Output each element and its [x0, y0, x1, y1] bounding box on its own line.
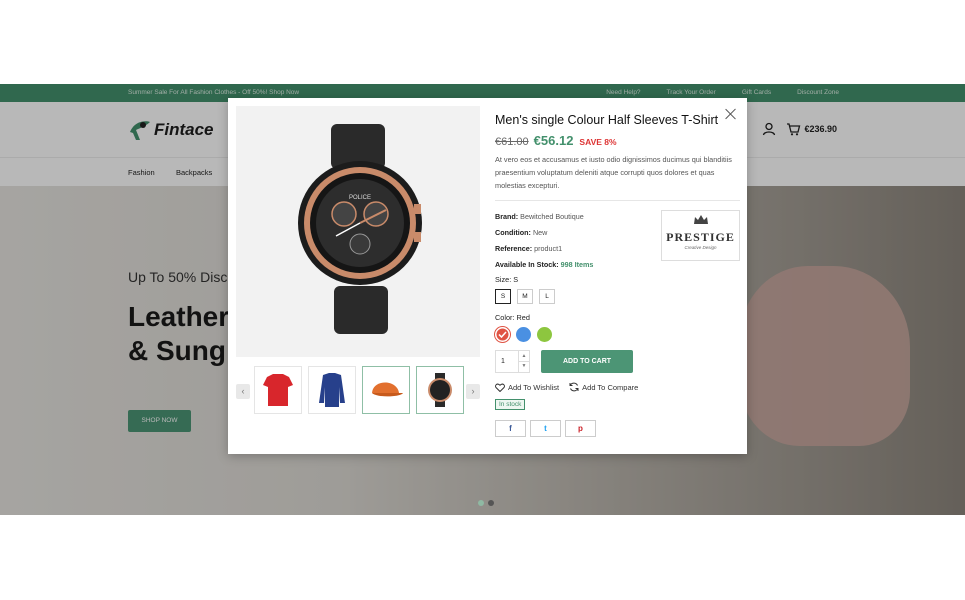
pinterest-share-icon[interactable]: p: [565, 420, 596, 437]
size-option-s[interactable]: S: [495, 289, 511, 304]
add-to-cart-button[interactable]: ADD TO CART: [541, 350, 633, 373]
brand-row: Brand: Bewitched Boutique: [495, 212, 584, 221]
reference-row: Reference: product1: [495, 244, 562, 253]
brand-logo-sub: Creative Design: [684, 245, 717, 250]
brand-logo[interactable]: PRESTIGE Creative Design: [661, 210, 740, 261]
availability-label: Available In Stock:: [495, 260, 559, 269]
product-description: At vero eos et accusamus et iusto odio d…: [495, 155, 732, 191]
condition-value: New: [532, 228, 548, 237]
color-label: Color: Red: [495, 313, 530, 322]
watch-brand-text: POLICE: [349, 195, 371, 201]
thumbnail-orange-cap[interactable]: [362, 366, 410, 414]
add-to-compare-link[interactable]: Add To Compare: [569, 382, 638, 392]
size-options: S M L: [495, 289, 555, 304]
new-price: €56.12: [533, 133, 574, 148]
brand-label: Brand:: [495, 212, 519, 221]
product-actions: Add To Wishlist Add To Compare: [495, 382, 638, 392]
quantity-down-icon[interactable]: ▼: [518, 361, 529, 372]
thumb-next-icon[interactable]: ›: [466, 384, 480, 399]
availability-row: Available In Stock: 998 Items: [495, 260, 593, 269]
old-price: €61.00: [495, 136, 529, 148]
save-badge: SAVE 8%: [579, 137, 617, 147]
thumbnail-blue-shirt[interactable]: [308, 366, 356, 414]
availability-value: 998 Items: [560, 260, 594, 269]
checkmark-icon: [498, 331, 507, 339]
size-option-m[interactable]: M: [517, 289, 533, 304]
thumbnail-watch[interactable]: [416, 366, 464, 414]
product-title: Men's single Colour Half Sleeves T-Shirt: [495, 113, 719, 127]
heart-icon: [495, 383, 505, 392]
brand-value[interactable]: Bewitched Boutique: [520, 212, 584, 221]
wishlist-label: Add To Wishlist: [508, 382, 560, 392]
reference-value: product1: [534, 244, 563, 253]
divider: [495, 200, 740, 201]
twitter-share-icon[interactable]: t: [530, 420, 561, 437]
watch-image: POLICE: [298, 124, 422, 334]
slider-dots[interactable]: [478, 500, 494, 506]
crown-icon: [693, 215, 708, 224]
in-stock-badge: In stock: [495, 399, 526, 410]
main-product-image: POLICE: [236, 106, 480, 357]
size-label: Size: S: [495, 275, 519, 284]
thumbnail-strip: ‹ ›: [236, 364, 480, 416]
quantity-stepper[interactable]: 1 ▲ ▼: [495, 350, 530, 373]
condition-label: Condition:: [495, 228, 531, 237]
size-option-l[interactable]: L: [539, 289, 555, 304]
close-icon[interactable]: [725, 108, 737, 120]
brand-logo-text: PRESTIGE: [666, 230, 735, 244]
add-to-wishlist-link[interactable]: Add To Wishlist: [495, 383, 559, 392]
thumb-prev-icon[interactable]: ‹: [236, 384, 250, 399]
facebook-share-icon[interactable]: f: [495, 420, 526, 437]
color-option-red[interactable]: [495, 327, 510, 342]
share-buttons: f t p: [495, 420, 596, 437]
quick-view-modal: POLICE ‹ › Men's single Colour Half Slee…: [228, 98, 747, 454]
compare-label: Add To Compare: [582, 382, 639, 392]
color-option-blue[interactable]: [516, 327, 531, 342]
condition-row: Condition: New: [495, 228, 547, 237]
color-option-green[interactable]: [537, 327, 552, 342]
color-options: [495, 327, 552, 342]
reference-label: Reference:: [495, 244, 533, 253]
price-row: €61.00 €56.12 SAVE 8%: [495, 133, 617, 148]
quantity-value[interactable]: 1: [501, 358, 505, 365]
compare-icon: [569, 382, 579, 392]
thumbnail-red-tshirt[interactable]: [254, 366, 302, 414]
